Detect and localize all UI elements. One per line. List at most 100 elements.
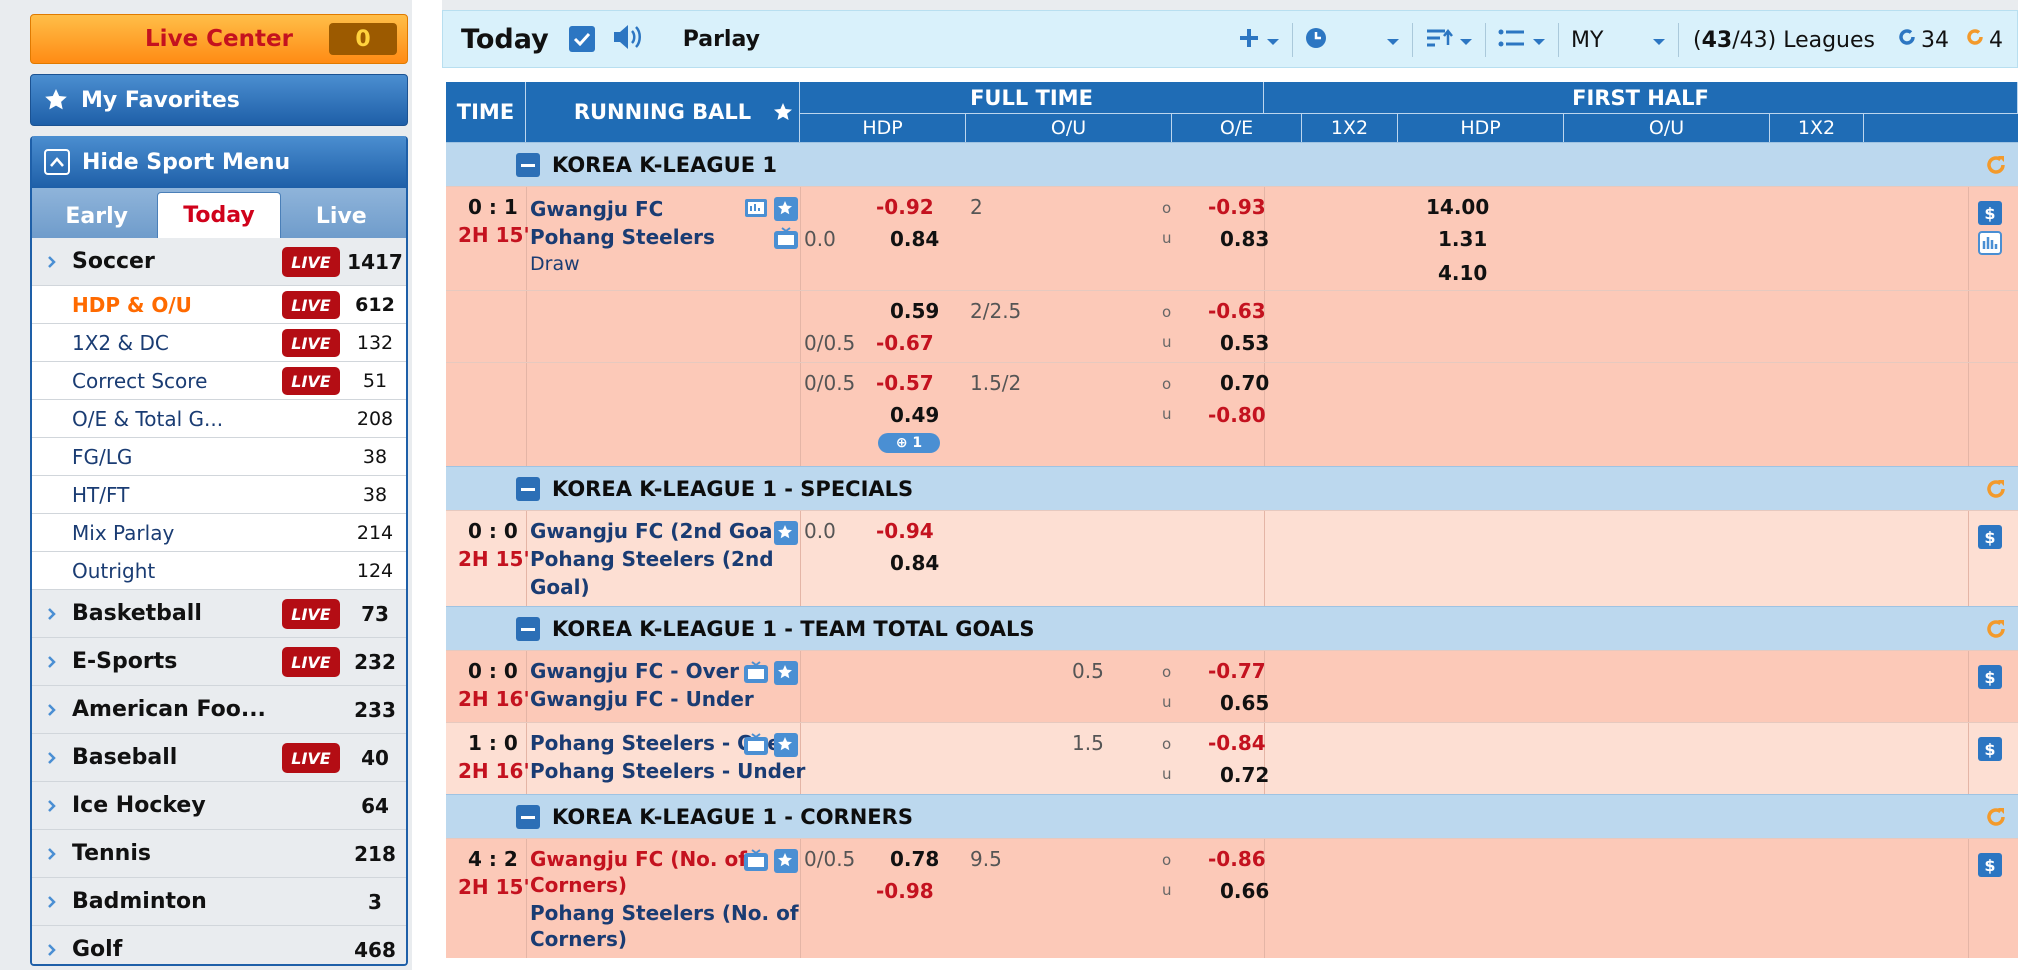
- checkbox-icon[interactable]: [568, 26, 595, 52]
- refresh-today-button[interactable]: 4: [1957, 27, 2017, 53]
- tab-early[interactable]: Early: [36, 194, 157, 238]
- odds-over[interactable]: -0.93: [1208, 195, 1266, 219]
- odds-under[interactable]: 0.72: [1220, 763, 1269, 787]
- refresh-live-button[interactable]: 34: [1889, 27, 1957, 53]
- refresh-icon[interactable]: [1984, 617, 2008, 646]
- live-center-button[interactable]: Live Center 0: [30, 14, 408, 64]
- refresh-icon[interactable]: [1984, 477, 2008, 506]
- odds-hdp-home[interactable]: 0.59: [890, 299, 939, 323]
- sub-item-1x2-dc[interactable]: 1X2 & DC LIVE 132: [32, 324, 406, 362]
- collapse-icon[interactable]: [516, 617, 540, 641]
- home-team[interactable]: Gwangju FC (2nd Goal): [530, 519, 789, 543]
- leagues-selector[interactable]: (43/43) Leagues: [1679, 28, 1889, 53]
- odds-hdp-away[interactable]: -0.67: [876, 331, 934, 355]
- odds-hdp-home[interactable]: 0.78: [890, 847, 939, 871]
- sport-item-tennis[interactable]: Tennis 218: [32, 830, 406, 878]
- parlay-link[interactable]: Parlay: [683, 27, 760, 52]
- odds-1x2-away[interactable]: 1.31: [1438, 227, 1487, 251]
- hide-sport-menu-button[interactable]: Hide Sport Menu: [32, 136, 406, 188]
- away-team[interactable]: Gwangju FC - Under: [530, 687, 754, 711]
- odds-under[interactable]: 0.53: [1220, 331, 1269, 355]
- league-header[interactable]: KOREA K-LEAGUE 1: [446, 142, 2018, 186]
- dollar-icon[interactable]: $: [1978, 737, 2002, 761]
- odds-under[interactable]: 0.83: [1220, 227, 1269, 251]
- sub-item-ht-ft[interactable]: HT/FT 38: [32, 476, 406, 514]
- sport-item-basketball[interactable]: Basketball LIVE 73: [32, 590, 406, 638]
- dollar-icon[interactable]: $: [1978, 201, 2002, 225]
- stats-panel-icon[interactable]: [744, 197, 768, 221]
- tv-icon[interactable]: [744, 849, 768, 873]
- sub-item-fg-lg[interactable]: FG/LG 38: [32, 438, 406, 476]
- sub-item-hdp-ou[interactable]: HDP & O/U LIVE 612: [32, 286, 406, 324]
- odds-hdp-home[interactable]: -0.57: [876, 371, 934, 395]
- league-header[interactable]: KOREA K-LEAGUE 1 - CORNERS: [446, 794, 2018, 838]
- odds-over[interactable]: -0.63: [1208, 299, 1266, 323]
- sport-item-esports[interactable]: E-Sports LIVE 232: [32, 638, 406, 686]
- refresh-icon[interactable]: [1984, 153, 2008, 182]
- sport-item-ice-hockey[interactable]: Ice Hockey 64: [32, 782, 406, 830]
- league-header[interactable]: KOREA K-LEAGUE 1 - TEAM TOTAL GOALS: [446, 606, 2018, 650]
- tv-icon[interactable]: [774, 227, 798, 251]
- home-team[interactable]: Gwangju FC - Over: [530, 659, 739, 683]
- sport-item-badminton[interactable]: Badminton 3: [32, 878, 406, 926]
- refresh-icon[interactable]: [1984, 805, 2008, 834]
- sub-item-outright[interactable]: Outright 124: [32, 552, 406, 590]
- odds-over[interactable]: 0.70: [1220, 371, 1269, 395]
- away-team[interactable]: Pohang Steelers (No. of: [530, 901, 799, 925]
- speaker-icon[interactable]: [611, 23, 643, 56]
- away-team[interactable]: Pohang Steelers (2nd: [530, 547, 774, 571]
- odds-hdp-away[interactable]: 0.84: [890, 227, 939, 251]
- sport-item-soccer[interactable]: Soccer LIVE 1417: [32, 238, 406, 286]
- away-team[interactable]: Pohang Steelers: [530, 225, 715, 249]
- odds-hdp-away[interactable]: -0.98: [876, 879, 934, 903]
- sport-item-golf[interactable]: Golf 468: [32, 926, 406, 964]
- league-header[interactable]: KOREA K-LEAGUE 1 - SPECIALS: [446, 466, 2018, 510]
- star-plus-icon[interactable]: [774, 661, 798, 685]
- home-team[interactable]: Gwangju FC: [530, 197, 663, 221]
- more-markets-button[interactable]: ⊕ 1: [878, 433, 940, 453]
- odds-hdp-away[interactable]: 0.84: [890, 551, 939, 575]
- odds-under[interactable]: 0.66: [1220, 879, 1269, 903]
- sort-dropdown[interactable]: [1413, 23, 1486, 57]
- star-plus-icon[interactable]: [774, 733, 798, 757]
- odds-hdp-home[interactable]: -0.94: [876, 519, 934, 543]
- dollar-icon[interactable]: $: [1978, 665, 2002, 689]
- odds-hdp-away[interactable]: 0.49: [890, 403, 939, 427]
- tv-icon[interactable]: [744, 661, 768, 685]
- tv-icon[interactable]: [744, 733, 768, 757]
- collapse-icon[interactable]: [516, 805, 540, 829]
- odds-over[interactable]: -0.77: [1208, 659, 1266, 683]
- odds-over[interactable]: -0.86: [1208, 847, 1266, 871]
- star-plus-icon[interactable]: [772, 100, 796, 124]
- home-team-cont[interactable]: Corners): [530, 873, 627, 897]
- view-dropdown[interactable]: [1486, 23, 1559, 57]
- odds-under[interactable]: -0.80: [1208, 403, 1266, 427]
- sub-item-correct-score[interactable]: Correct Score LIVE 51: [32, 362, 406, 400]
- odds-1x2-draw[interactable]: 4.10: [1438, 261, 1487, 285]
- collapse-icon[interactable]: [516, 477, 540, 501]
- odds-type-select[interactable]: MY: [1559, 23, 1679, 57]
- odds-over[interactable]: -0.84: [1208, 731, 1266, 755]
- home-team[interactable]: Gwangju FC (No. of: [530, 847, 747, 871]
- sport-item-american-football[interactable]: American Foo... 233: [32, 686, 406, 734]
- dollar-icon[interactable]: $: [1978, 525, 2002, 549]
- away-team[interactable]: Pohang Steelers - Under: [530, 759, 805, 783]
- sub-item-mix-parlay[interactable]: Mix Parlay 214: [32, 514, 406, 552]
- away-team-cont[interactable]: Corners): [530, 927, 627, 951]
- add-dropdown[interactable]: [1226, 23, 1293, 57]
- star-plus-icon[interactable]: [774, 849, 798, 873]
- collapse-icon[interactable]: [516, 153, 540, 177]
- sub-item-oe-total[interactable]: O/E & Total G... 208: [32, 400, 406, 438]
- odds-hdp-home[interactable]: -0.92: [876, 195, 934, 219]
- star-plus-icon[interactable]: [774, 521, 798, 545]
- away-team-cont[interactable]: Goal): [530, 575, 590, 599]
- odds-1x2-home[interactable]: 14.00: [1426, 195, 1489, 219]
- stats-icon[interactable]: [1978, 231, 2002, 255]
- dollar-icon[interactable]: $: [1978, 853, 2002, 877]
- tab-today[interactable]: Today: [157, 192, 281, 238]
- sport-item-baseball[interactable]: Baseball LIVE 40: [32, 734, 406, 782]
- odds-under[interactable]: 0.65: [1220, 691, 1269, 715]
- star-plus-icon[interactable]: [774, 197, 798, 221]
- my-favorites-button[interactable]: My Favorites: [30, 74, 408, 126]
- time-dropdown[interactable]: [1293, 23, 1413, 57]
